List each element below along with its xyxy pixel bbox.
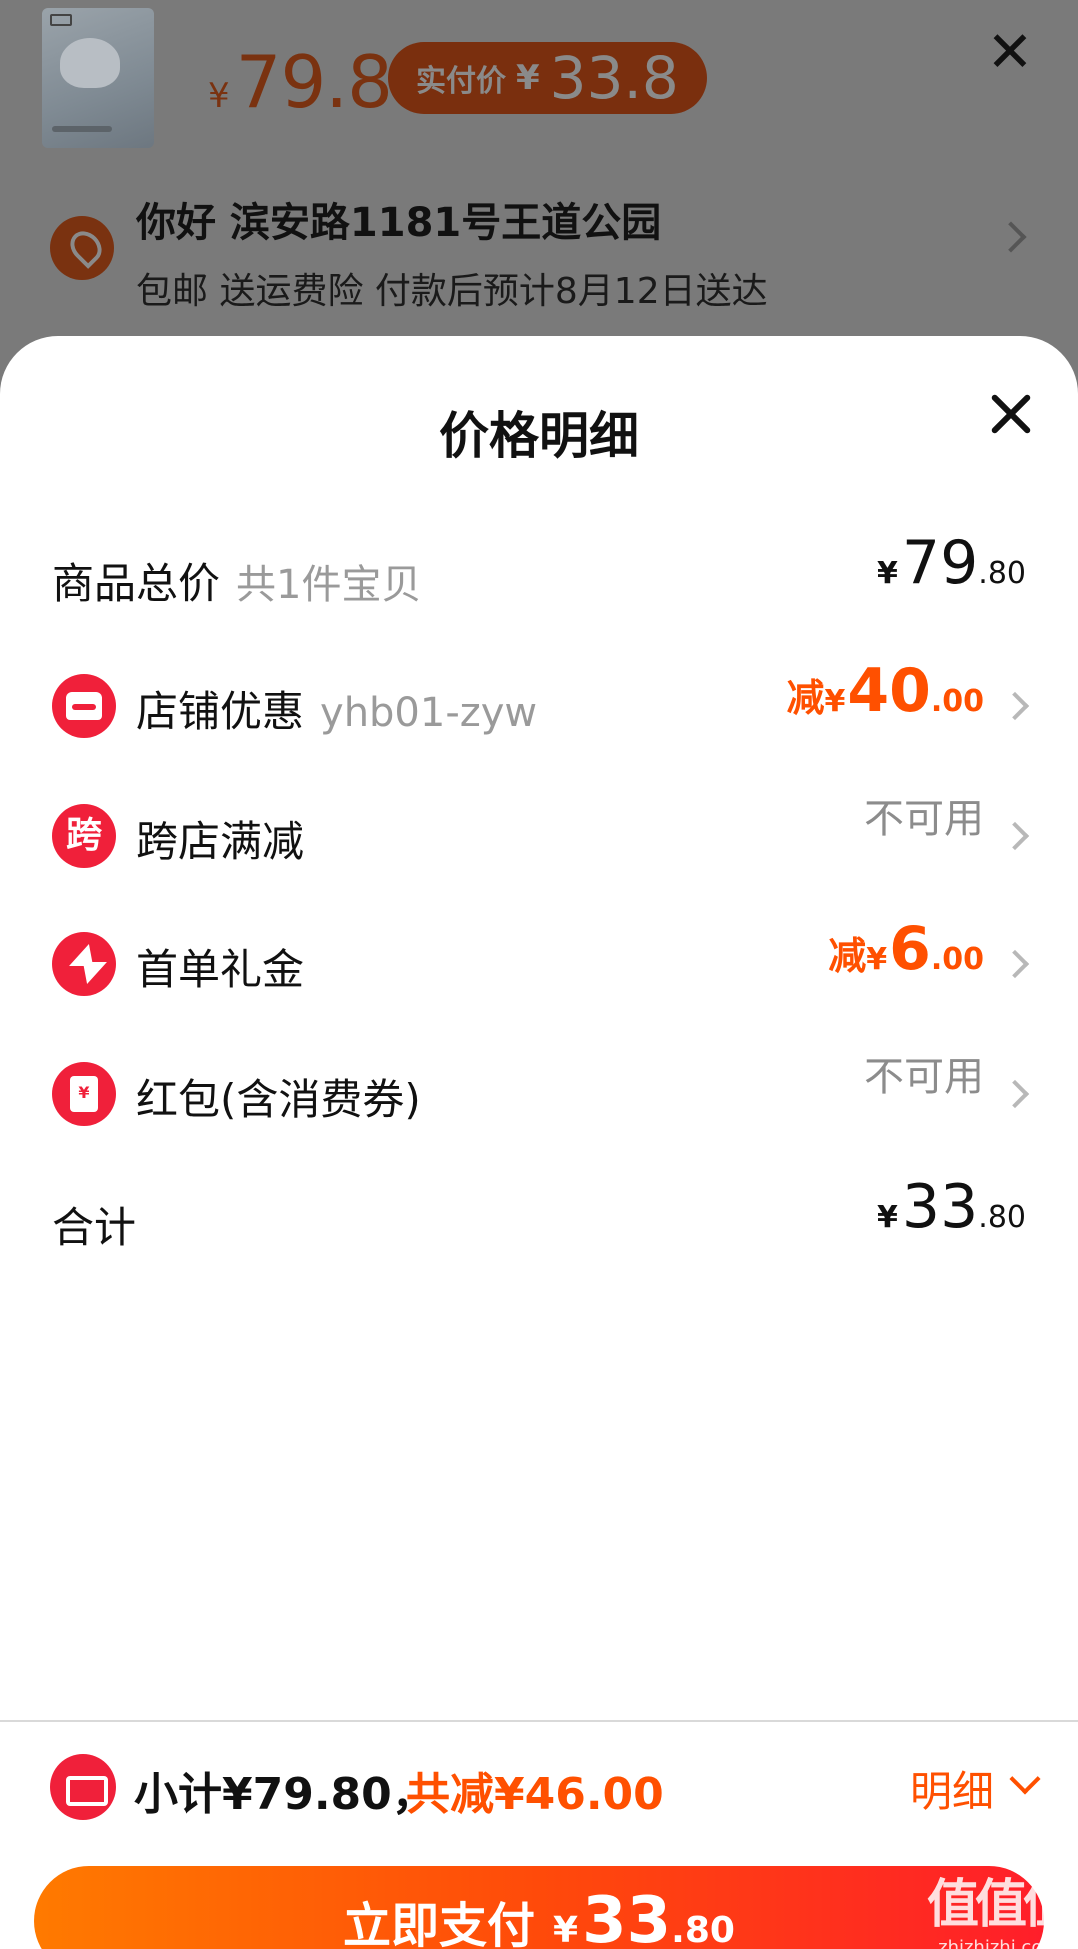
row-goods-total: 商品总价 共1件宝贝 ¥ 79 .80	[0, 528, 1078, 628]
paid-price-label: 实付价	[416, 64, 506, 99]
watermark-logo: 值值值	[926, 1875, 1075, 1935]
currency-symbol: ¥	[553, 1910, 579, 1949]
amount-decimal: .80	[978, 556, 1026, 591]
sheet-title: 价格明细	[439, 407, 639, 465]
address-title[interactable]: 你好 滨安路1181号王道公园	[136, 190, 661, 248]
brand-logo-icon	[50, 14, 72, 26]
row-amount: 减 ¥ 6 .00	[828, 914, 984, 1014]
amount-integer: 33	[582, 1884, 672, 1949]
total-saved-text: 共减¥46.00	[406, 1769, 664, 1820]
amount-integer: 40	[847, 656, 931, 726]
row-shop-discount[interactable]: 店铺优惠 yhb01-zyw 减 ¥ 40 .00	[0, 656, 1078, 756]
amount-integer: 79	[901, 528, 979, 598]
price-detail-sheet: 价格明细 商品总价 共1件宝贝 ¥ 79 .80 店铺优惠 yhb01-zyw 减 …	[0, 336, 1078, 1949]
row-label: 红包(含消费券)	[136, 1075, 421, 1124]
row-red-packet[interactable]: 红包(含消费券) 不可用	[0, 1044, 1078, 1144]
row-label: 合计	[52, 1203, 137, 1252]
row-amount: ¥ 33 .80	[877, 1172, 1026, 1272]
row-first-order[interactable]: 首单礼金 减 ¥ 6 .00	[0, 914, 1078, 1014]
chevron-right-icon	[1000, 949, 1030, 979]
subtotal-text: 小计¥79.80，	[134, 1769, 436, 1820]
row-status: 不可用	[864, 1054, 984, 1100]
row-label: 商品总价	[52, 559, 221, 608]
product-image	[60, 38, 120, 88]
paid-price-badge: 实付价 ¥ 33.8	[388, 42, 707, 114]
close-icon[interactable]	[988, 390, 1036, 438]
product-caption	[52, 126, 112, 132]
pay-button-label: 立即支付	[343, 1898, 536, 1949]
close-icon[interactable]: ✕	[985, 25, 1035, 81]
product-thumbnail	[42, 8, 154, 148]
lightning-icon	[52, 932, 116, 996]
row-label: 首单礼金	[136, 945, 305, 994]
amount-integer: 33	[901, 1172, 979, 1242]
amount-decimal: .00	[930, 684, 984, 719]
red-packet-icon	[52, 1062, 116, 1126]
amount-integer: 6	[889, 914, 931, 984]
currency-symbol: ¥	[866, 942, 888, 977]
chevron-down-icon[interactable]	[1009, 1763, 1041, 1795]
row-cross-store[interactable]: 跨 跨店满减 不可用	[0, 786, 1078, 886]
currency-symbol: ¥	[877, 556, 898, 591]
currency-symbol: ¥	[877, 1200, 898, 1235]
chevron-right-icon	[1000, 821, 1030, 851]
discount-prefix: 减	[828, 934, 867, 978]
bottom-bar: 小计¥79.80， 共减¥46.00 明细 立即支付 ¥ 33 .80	[0, 1722, 1078, 1949]
price-value: 79.8	[235, 40, 393, 124]
row-label: 跨店满减	[136, 817, 305, 866]
amount-decimal: .80	[978, 1200, 1026, 1235]
row-label: 店铺优惠	[136, 687, 305, 736]
cross-store-icon: 跨	[52, 804, 116, 868]
row-amount: 减 ¥ 40 .00	[786, 656, 984, 756]
price-currency: ¥	[208, 76, 230, 116]
chevron-right-icon	[1000, 1079, 1030, 1109]
chevron-right-icon	[1000, 691, 1030, 721]
currency-symbol: ¥	[824, 684, 846, 719]
paid-price-currency: ¥	[516, 58, 540, 98]
shop-icon	[52, 674, 116, 738]
row-sublabel: 共1件宝贝	[236, 562, 422, 608]
watermark: 值值值 zhizhizhi.com	[924, 1862, 1075, 1949]
location-icon	[50, 216, 114, 280]
amount-decimal: .00	[930, 942, 984, 977]
coupon-icon	[50, 1754, 116, 1820]
product-price: ¥ 79.8	[208, 40, 393, 124]
paid-price-value: 33.8	[549, 44, 679, 112]
shipping-info: 包邮 送运费险 付款后预计8月12日送达	[136, 271, 768, 312]
watermark-url: zhizhizhi.com	[938, 1937, 1060, 1949]
row-status: 不可用	[864, 796, 984, 842]
amount-decimal: .80	[671, 1910, 735, 1949]
detail-toggle[interactable]: 明细	[910, 1758, 994, 1819]
discount-prefix: 减	[786, 676, 825, 720]
row-amount: ¥ 79 .80	[877, 528, 1026, 628]
row-sublabel: yhb01-zyw	[320, 690, 538, 736]
pay-now-button[interactable]: 立即支付 ¥ 33 .80	[34, 1866, 1044, 1949]
row-total: 合计 ¥ 33 .80	[0, 1172, 1078, 1272]
chevron-right-icon[interactable]	[995, 221, 1027, 253]
